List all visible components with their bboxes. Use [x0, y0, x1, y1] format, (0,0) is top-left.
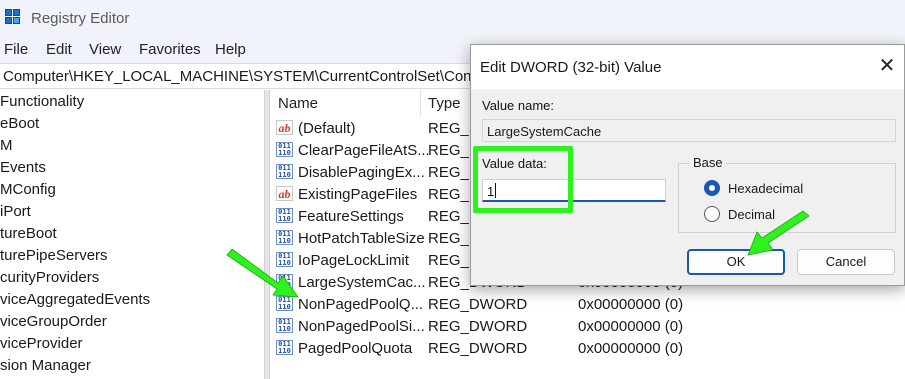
arrow-to-ok-button — [747, 210, 810, 256]
arrow-to-largesystemcache — [226, 248, 299, 298]
annotation-arrows — [226, 210, 810, 298]
